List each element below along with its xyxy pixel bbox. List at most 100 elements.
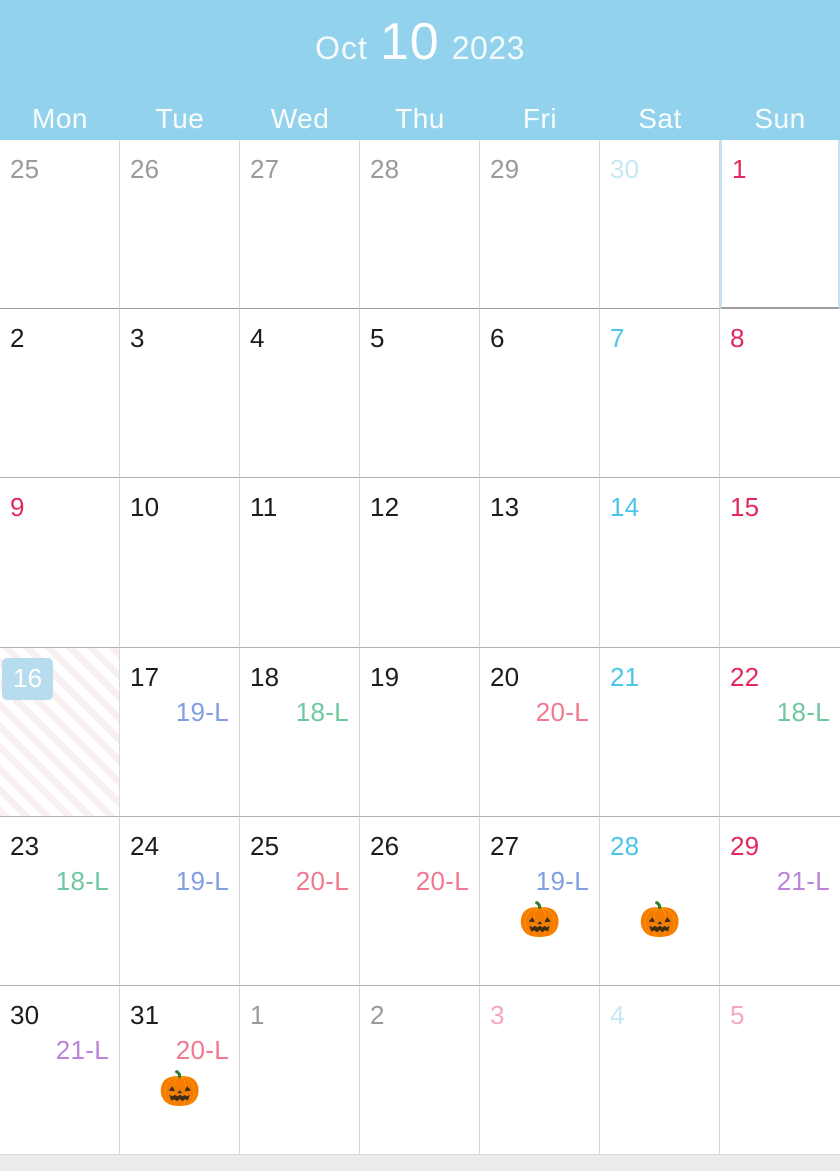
day-number: 24 (130, 830, 160, 861)
calendar-app: Oct 10 2023 Mon Tue Wed Thu Fri Sat Sun 25… (0, 0, 840, 1171)
calendar-day-cell[interactable]: 11 (240, 478, 360, 648)
day-number: 26 (370, 830, 400, 861)
calendar-day-cell[interactable]: 13 (480, 478, 600, 648)
day-event-label[interactable]: 18-L (777, 699, 830, 725)
month-title: Oct 10 2023 (0, 16, 840, 68)
weekday-label-fri: Fri (522, 103, 558, 134)
day-event-label[interactable]: 19-L (536, 868, 589, 894)
calendar-day-cell[interactable]: 1 (720, 140, 840, 310)
footer-strip (0, 1155, 840, 1171)
day-event-label[interactable]: 20-L (536, 699, 589, 725)
day-number: 23 (10, 830, 40, 861)
weekday-label-sun: Sun (754, 103, 806, 134)
calendar-day-cell[interactable]: 18 18-L (240, 647, 360, 817)
calendar-week-row: 9 10 11 12 13 14 15 (0, 478, 840, 648)
calendar-day-cell[interactable]: 3 (480, 985, 600, 1156)
weekday-label-wed: Wed (270, 103, 330, 134)
calendar-day-cell[interactable]: 22 18-L (720, 647, 840, 817)
calendar-week-row: 2 3 4 5 6 7 8 (0, 309, 840, 479)
calendar-day-cell[interactable]: 28 🎃 (600, 816, 720, 986)
calendar-day-cell[interactable]: 30 (600, 140, 720, 310)
day-number: 13 (490, 492, 520, 523)
day-number: 15 (730, 492, 760, 523)
day-number: 3 (130, 323, 145, 354)
day-event-label[interactable]: 19-L (176, 699, 229, 725)
calendar-day-cell[interactable]: 7 (600, 309, 720, 479)
calendar-day-cell[interactable]: 30 21-L (0, 985, 120, 1156)
jack-o-lantern-icon: 🎃 (158, 1069, 202, 1108)
calendar-day-cell[interactable]: 16 (0, 647, 120, 817)
calendar-day-cell[interactable]: 9 (0, 478, 120, 648)
day-number: 3 (490, 999, 505, 1030)
calendar-day-cell[interactable]: 2 (360, 985, 480, 1156)
day-number: 10 (130, 492, 160, 523)
calendar-day-cell[interactable]: 10 (120, 478, 240, 648)
calendar-week-row: 16 17 19-L 18 18-L 19 20 20-L 21 22 18-L (0, 647, 840, 817)
day-event-label[interactable]: 21-L (777, 868, 830, 894)
day-number: 9 (10, 492, 25, 523)
calendar-day-cell[interactable]: 26 (120, 140, 240, 310)
jack-o-lantern-icon: 🎃 (518, 900, 562, 939)
calendar-week-row: 23 18-L 24 19-L 25 20-L 26 20-L 27 19-L 🎃 28 🎃 29 21-L (0, 816, 840, 986)
calendar-day-cell[interactable]: 28 (360, 140, 480, 310)
calendar-day-cell[interactable]: 23 18-L (0, 816, 120, 986)
calendar-day-cell[interactable]: 20 20-L (480, 647, 600, 817)
weekday-label-mon: Mon (32, 103, 88, 134)
calendar-day-cell[interactable]: 19 (360, 647, 480, 817)
day-number: 14 (610, 492, 640, 523)
calendar-day-cell[interactable]: 5 (360, 309, 480, 479)
calendar-day-cell[interactable]: 14 (600, 478, 720, 648)
day-number: 5 (730, 999, 745, 1030)
day-number: 21 (610, 661, 640, 692)
calendar-day-cell[interactable]: 4 (240, 309, 360, 479)
day-number: 11 (250, 492, 278, 523)
day-event-label[interactable]: 20-L (296, 868, 349, 894)
calendar-day-cell[interactable]: 12 (360, 478, 480, 648)
calendar-day-cell[interactable]: 2 (0, 309, 120, 479)
day-number: 18 (250, 661, 280, 692)
calendar-day-cell[interactable]: 27 (240, 140, 360, 310)
day-number: 2 (370, 999, 385, 1030)
calendar-day-cell[interactable]: 25 (0, 140, 120, 310)
calendar-day-cell[interactable]: 24 19-L (120, 816, 240, 986)
calendar-day-cell[interactable]: 4 (600, 985, 720, 1156)
weekday-label-tue: Tue (155, 103, 205, 134)
calendar-day-cell[interactable]: 25 20-L (240, 816, 360, 986)
day-number: 25 (250, 830, 280, 861)
calendar-grid: 25 26 27 28 29 30 1 2 3 4 5 6 7 8 9 10 11 12 13 14 15 16 17 19-… (0, 140, 840, 1156)
day-number: 8 (730, 323, 745, 354)
calendar-week-row: 25 26 27 28 29 30 1 (0, 140, 840, 310)
today-day-number: 16 (2, 657, 54, 700)
calendar-day-cell[interactable]: 6 (480, 309, 600, 479)
calendar-day-cell[interactable]: 15 (720, 478, 840, 648)
day-number: 12 (370, 492, 400, 523)
weekday-label-thu: Thu (395, 103, 445, 134)
calendar-day-cell[interactable]: 27 19-L 🎃 (480, 816, 600, 986)
calendar-header: Oct 10 2023 Mon Tue Wed Thu Fri Sat Sun (0, 0, 840, 165)
calendar-day-cell[interactable]: 8 (720, 309, 840, 479)
calendar-day-cell[interactable]: 3 (120, 309, 240, 479)
day-event-label[interactable]: 20-L (176, 1037, 229, 1063)
calendar-day-cell[interactable]: 17 19-L (120, 647, 240, 817)
day-event-label[interactable]: 18-L (296, 699, 349, 725)
calendar-day-cell[interactable]: 21 (600, 647, 720, 817)
day-number: 22 (730, 661, 760, 692)
calendar-day-cell[interactable]: 1 (240, 985, 360, 1156)
day-number: 5 (370, 323, 385, 354)
day-event-label[interactable]: 19-L (176, 868, 229, 894)
calendar-day-cell[interactable]: 29 (480, 140, 600, 310)
day-number: 2 (10, 323, 25, 354)
day-event-label[interactable]: 18-L (56, 868, 109, 894)
day-number: 19 (370, 661, 400, 692)
day-event-label[interactable]: 21-L (56, 1037, 109, 1063)
weekday-header-row: Mon Tue Wed Thu Fri Sat Sun (0, 98, 840, 140)
day-number: 29 (730, 830, 760, 861)
day-number: 30 (10, 999, 40, 1030)
calendar-day-cell[interactable]: 29 21-L (720, 816, 840, 986)
day-event-label[interactable]: 20-L (416, 868, 469, 894)
calendar-day-cell[interactable]: 31 20-L 🎃 (120, 985, 240, 1156)
calendar-day-cell[interactable]: 26 20-L (360, 816, 480, 986)
calendar-day-cell[interactable]: 5 (720, 985, 840, 1156)
month-abbr-label: Oct (315, 30, 368, 66)
day-number: 20 (490, 661, 520, 692)
